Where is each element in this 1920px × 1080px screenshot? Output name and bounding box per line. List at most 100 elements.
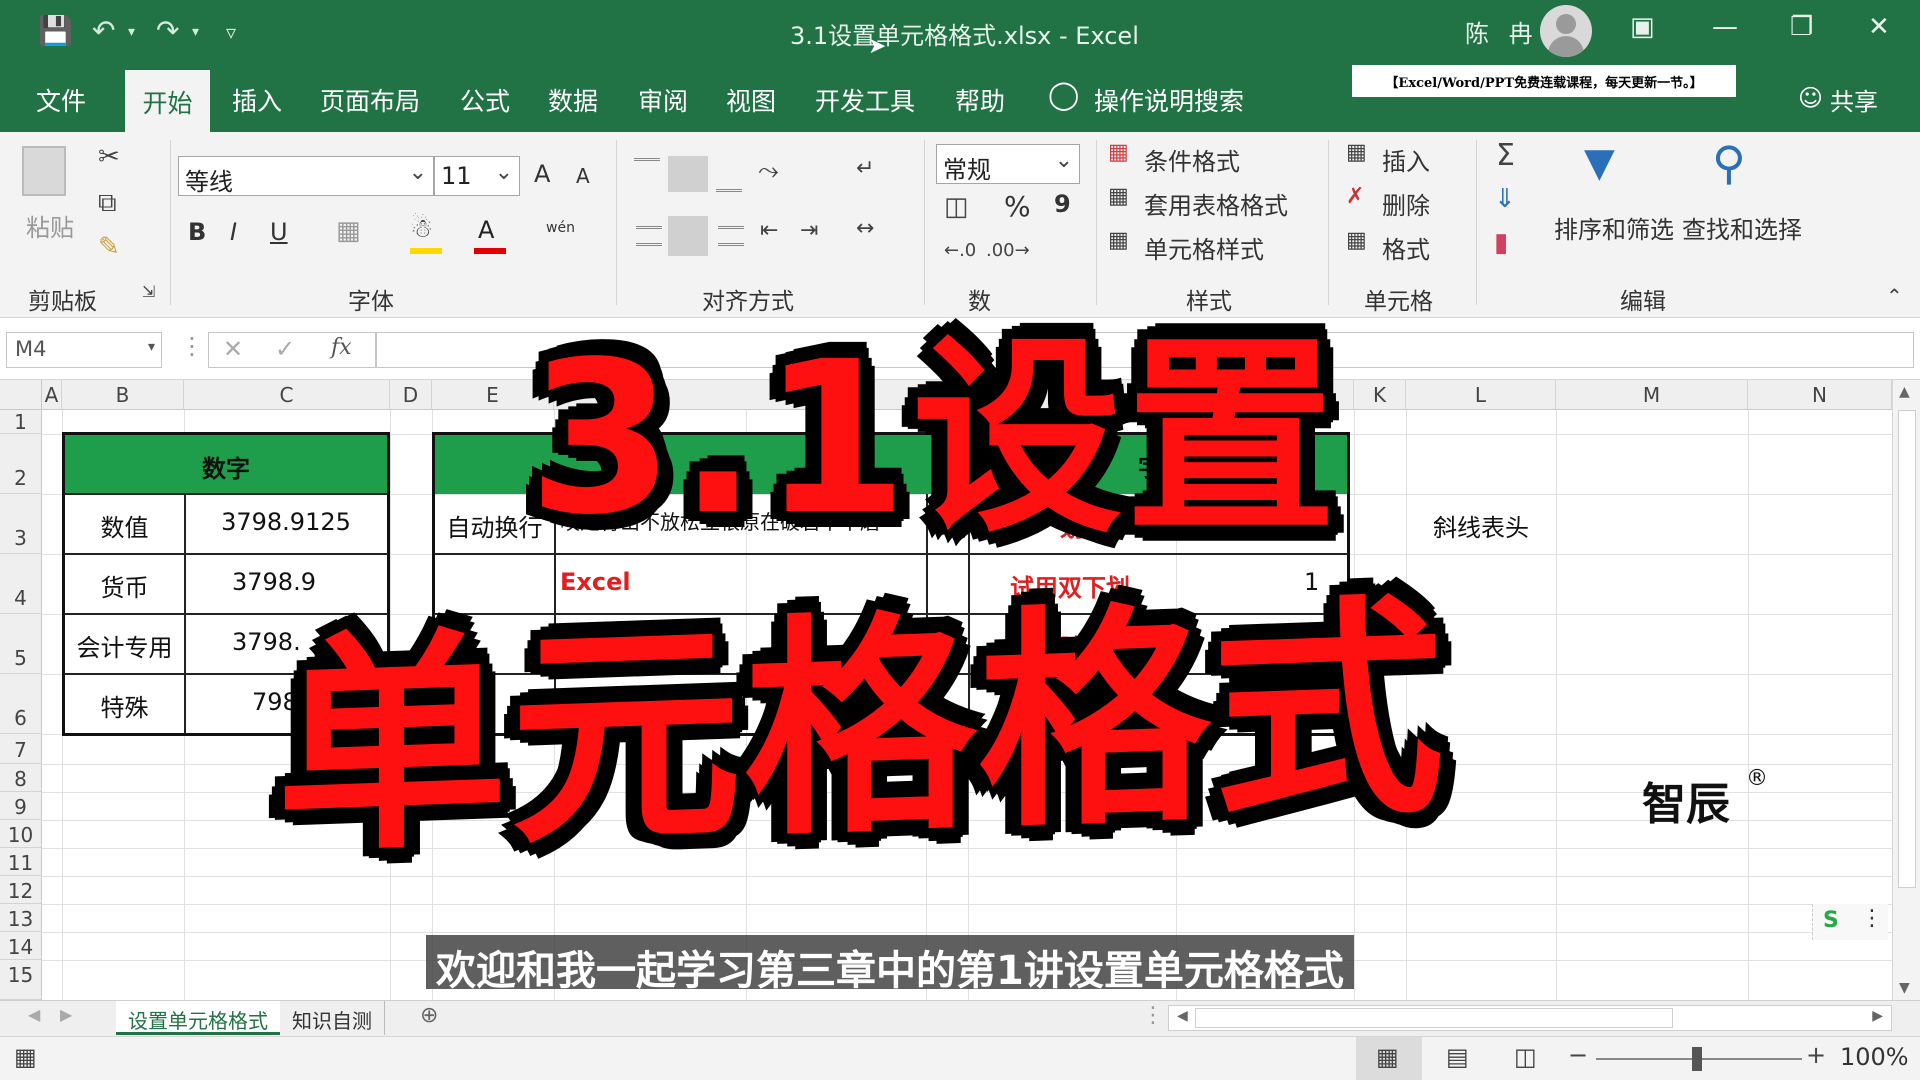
- macro-record-icon[interactable]: ▦: [14, 1043, 37, 1071]
- row-header[interactable]: 3: [0, 494, 42, 554]
- underline-button[interactable]: U: [270, 218, 288, 246]
- number-row-label[interactable]: 货币: [65, 568, 184, 603]
- column-header[interactable]: D: [390, 380, 432, 410]
- scroll-up-icon[interactable]: ▲: [1899, 384, 1910, 400]
- find-select-button[interactable]: 查找和选择: [1682, 210, 1802, 245]
- row-header[interactable]: 9: [0, 792, 42, 820]
- enter-icon[interactable]: ✓: [275, 335, 295, 363]
- delete-cells-button[interactable]: 删除: [1382, 186, 1430, 221]
- row-header[interactable]: 2: [0, 434, 42, 494]
- clipboard-launcher-icon[interactable]: ⇲: [142, 282, 155, 301]
- collapse-ribbon-icon[interactable]: ⌃: [1886, 284, 1903, 308]
- decrease-font-button[interactable]: A: [576, 164, 590, 188]
- tab-data[interactable]: 数据: [548, 82, 598, 118]
- row-header[interactable]: 4: [0, 554, 42, 614]
- save-icon[interactable]: 💾: [38, 14, 73, 47]
- tab-page-layout[interactable]: 页面布局: [320, 82, 420, 118]
- increase-indent-icon[interactable]: ⇥: [800, 218, 818, 243]
- zoom-level[interactable]: 100%: [1840, 1043, 1909, 1071]
- copy-icon[interactable]: ⧉: [98, 188, 117, 219]
- percent-button[interactable]: %: [1004, 190, 1031, 223]
- tab-formulas[interactable]: 公式: [460, 82, 510, 118]
- row-header[interactable]: 8: [0, 764, 42, 792]
- row-header[interactable]: 12: [0, 876, 42, 904]
- font-size-combo[interactable]: 11 ⌄: [434, 156, 520, 196]
- orientation-icon[interactable]: ⤳: [758, 156, 779, 187]
- tab-file[interactable]: 文件: [36, 82, 86, 118]
- vertical-scrollbar[interactable]: ▲ ▼: [1892, 380, 1920, 1000]
- close-icon[interactable]: ✕: [1868, 12, 1890, 42]
- paste-icon[interactable]: [22, 146, 66, 196]
- tab-help[interactable]: 帮助: [955, 82, 1005, 118]
- format-cells-button[interactable]: 格式: [1382, 230, 1430, 265]
- tab-review[interactable]: 审阅: [638, 82, 688, 118]
- number-row-label[interactable]: 特殊: [65, 688, 184, 723]
- horizontal-scrollbar[interactable]: ◀ ▶: [1168, 1005, 1892, 1031]
- scrollbar-thumb[interactable]: [1898, 410, 1916, 888]
- phonetic-button[interactable]: wén: [546, 220, 575, 236]
- share-button[interactable]: 共享: [1830, 82, 1878, 117]
- redo-dropdown-icon[interactable]: ▾: [192, 24, 199, 40]
- insert-function-button[interactable]: fx: [331, 335, 352, 360]
- tab-view[interactable]: 视图: [726, 82, 776, 118]
- align-center-icon[interactable]: [668, 216, 708, 256]
- floating-toolbar[interactable]: S ⋮: [1812, 904, 1888, 940]
- number-table-header[interactable]: 数字: [65, 435, 387, 494]
- tab-insert[interactable]: 插入: [232, 82, 282, 118]
- sort-filter-button[interactable]: 排序和筛选: [1554, 210, 1674, 245]
- comma-button[interactable]: 9: [1054, 190, 1071, 218]
- zoom-slider-thumb[interactable]: [1692, 1047, 1702, 1071]
- row-header[interactable]: 15: [0, 960, 42, 1000]
- row-header[interactable]: 14: [0, 932, 42, 960]
- column-header[interactable]: C: [184, 380, 390, 410]
- avatar[interactable]: [1540, 5, 1592, 57]
- sheet-tab-active[interactable]: 设置单元格格式: [116, 1001, 280, 1035]
- cell-styles-button[interactable]: 单元格样式: [1144, 230, 1264, 265]
- column-header[interactable]: N: [1748, 380, 1892, 410]
- user-name[interactable]: 陈 冉: [1465, 14, 1539, 49]
- restore-icon[interactable]: ❐: [1790, 12, 1813, 42]
- font-name-combo[interactable]: 等线 ⌄: [178, 156, 434, 196]
- share-icon[interactable]: ☺: [1798, 84, 1823, 112]
- minimize-icon[interactable]: —: [1712, 12, 1738, 42]
- borders-icon[interactable]: ▦: [336, 216, 361, 246]
- font-color-button[interactable]: A: [478, 216, 494, 244]
- bottom-align-icon[interactable]: [716, 178, 742, 192]
- column-header[interactable]: M: [1556, 380, 1748, 410]
- paste-button[interactable]: 粘贴: [26, 208, 74, 243]
- number-row-value[interactable]: 3798.9125: [186, 508, 386, 536]
- page-layout-icon[interactable]: ▤: [1446, 1043, 1469, 1071]
- row-header[interactable]: 6: [0, 674, 42, 734]
- fill-color-icon[interactable]: ☃: [410, 214, 433, 244]
- select-all-corner[interactable]: [0, 380, 42, 410]
- italic-button[interactable]: I: [230, 218, 237, 246]
- sogou-s-icon[interactable]: S: [1823, 908, 1839, 933]
- wrap-text-icon[interactable]: ↵: [856, 156, 874, 181]
- row-header[interactable]: 10: [0, 820, 42, 848]
- bold-button[interactable]: B: [188, 218, 206, 246]
- row-header[interactable]: 11: [0, 848, 42, 876]
- top-align-icon[interactable]: [634, 158, 660, 184]
- number-format-combo[interactable]: 常规 ⌄: [936, 144, 1080, 184]
- number-row-label[interactable]: 会计专用: [65, 628, 184, 663]
- clear-icon[interactable]: ▮: [1494, 228, 1508, 258]
- sheet-tab[interactable]: 知识自测: [280, 1001, 385, 1035]
- scroll-left-icon[interactable]: ◀: [1177, 1008, 1188, 1024]
- row-header[interactable]: 13: [0, 904, 42, 932]
- zoom-out-icon[interactable]: −: [1568, 1041, 1588, 1069]
- autosum-icon[interactable]: Σ: [1496, 138, 1515, 173]
- align-right-icon[interactable]: [718, 226, 744, 246]
- increase-font-button[interactable]: A: [534, 160, 550, 188]
- decrease-indent-icon[interactable]: ⇤: [760, 218, 778, 243]
- column-header[interactable]: K: [1354, 380, 1406, 410]
- customize-qat-icon[interactable]: ▿: [226, 20, 236, 44]
- prev-sheet-icon[interactable]: ◀: [28, 1005, 40, 1024]
- format-painter-icon[interactable]: ✎: [98, 232, 120, 262]
- number-row-label[interactable]: 数值: [65, 508, 184, 543]
- scroll-down-icon[interactable]: ▼: [1899, 980, 1910, 996]
- increase-decimal-icon[interactable]: ←.0: [944, 240, 976, 261]
- scroll-right-icon[interactable]: ▶: [1872, 1008, 1883, 1024]
- add-sheet-icon[interactable]: ⊕: [420, 1003, 438, 1028]
- normal-view-button[interactable]: ▦: [1356, 1037, 1422, 1080]
- scrollbar-thumb[interactable]: [1195, 1008, 1673, 1028]
